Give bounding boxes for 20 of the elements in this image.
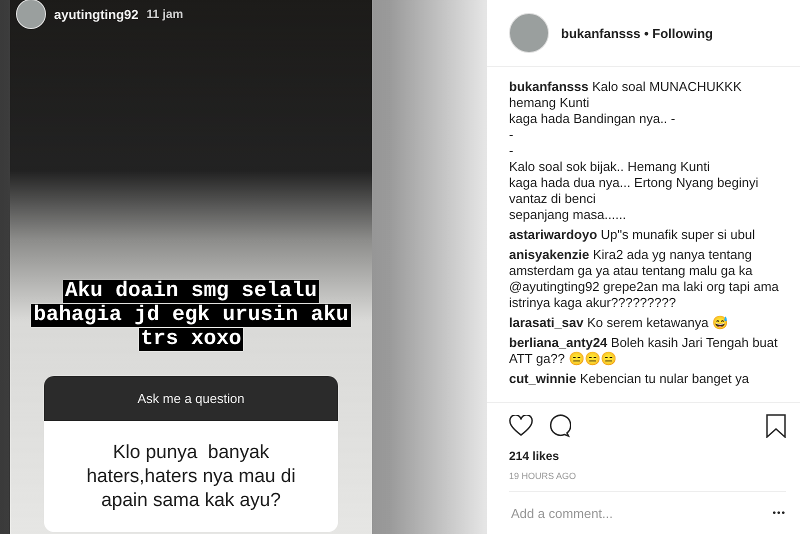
post-time: 19 HOURS AGO: [509, 471, 578, 483]
story-username[interactable]: ayutingting92: [54, 6, 139, 22]
comment-text: cut_winnie Kebencian tu nular banget ya: [509, 371, 750, 387]
comment-text: anisyakenzie Kira2 ada yg nanya tentang amsterdam ga ya atau tentang malu ga ka @ayutingting92 grepe2an ma laki org tapi ama istrinya kaga akur?????????: [509, 247, 780, 311]
likes-count[interactable]: 214 likes: [509, 449, 786, 463]
post-caption: bukanfansss Kalo soal MUNACHUKKK hemang Kunti kaga hada Bandingan nya.. - - - Kalo soal sok bijak.. Hemang Kunti kaga hada dua nya... Ertong Nyang beginyi vantaz di benci sepanjang masa......: [509, 79, 760, 223]
sticker-title: Ask me a question: [44, 376, 338, 421]
comment-icon[interactable]: [547, 414, 571, 438]
comment-field[interactable]: Add a comment... •••: [509, 491, 786, 534]
comment-text: larasati_sav Ko serem ketawanya 😅: [509, 315, 730, 331]
story-time: 11 jam: [146, 7, 184, 21]
more-button[interactable]: •••: [772, 508, 786, 518]
comment-text: astariwardoyo Up"s munafik super si ubul: [509, 227, 756, 243]
question-text: Klo punya banyak haters,haters nya mau di apain sama kak ayu?: [85, 440, 297, 512]
avatar-icon: [16, 0, 46, 29]
avatar-icon[interactable]: [509, 13, 549, 53]
story-caption: Aku doain smg selalu bahagia jd egk urusin aku trs xoxo: [31, 280, 351, 352]
bookmark-icon[interactable]: [766, 414, 786, 438]
like-icon[interactable]: [509, 415, 533, 437]
post-author[interactable]: bukanfansss • Following: [561, 26, 713, 40]
